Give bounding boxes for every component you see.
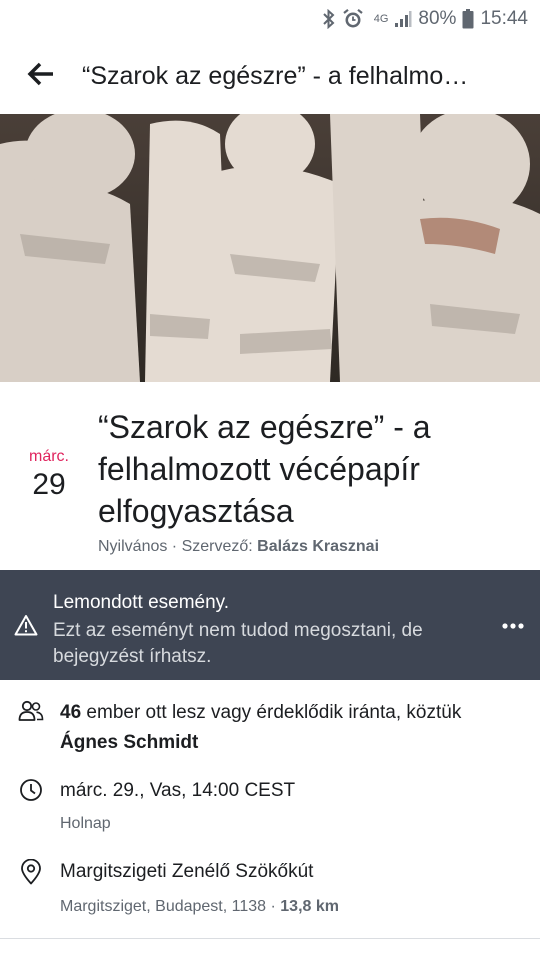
event-date-month: márc. bbox=[29, 448, 69, 465]
status-icons: 4G 80% 15:44 bbox=[322, 6, 528, 32]
event-visibility: Nyilvános bbox=[98, 538, 168, 555]
signal-icon bbox=[394, 10, 412, 28]
page-title: “Szarok az egészre” - a felhalmo… bbox=[82, 61, 469, 90]
attendees-text: 46 ember ott lesz vagy érdeklődik iránta… bbox=[60, 698, 520, 758]
arrow-left-icon bbox=[27, 62, 55, 91]
clock-icon bbox=[19, 778, 43, 807]
more-options-button[interactable] bbox=[498, 610, 528, 640]
event-cover-photo[interactable] bbox=[0, 114, 540, 382]
cancelled-event-banner: Lemondott esemény. Ezt az eseményt nem t… bbox=[0, 570, 540, 680]
event-date-badge: márc. 29 bbox=[20, 448, 78, 502]
cancelled-text: Ezt az eseményt nem tudod megosztani, de… bbox=[53, 620, 423, 667]
back-button[interactable] bbox=[0, 38, 82, 114]
event-time-relative: Holnap bbox=[60, 815, 111, 832]
more-icon bbox=[502, 616, 524, 634]
organizer-link[interactable]: Balázs Krasznai bbox=[257, 538, 379, 555]
network-4g-icon: 4G bbox=[373, 12, 389, 25]
warning-icon bbox=[14, 614, 38, 641]
attendee-count: 46 bbox=[60, 702, 82, 723]
location-distance: 13,8 km bbox=[280, 898, 339, 915]
event-title: “Szarok az egészre” - a felhalmozott véc… bbox=[98, 409, 431, 529]
location-address-text: Margitsziget, Budapest, 1138 bbox=[60, 898, 267, 915]
clock-time: 15:44 bbox=[480, 8, 528, 29]
location-separator: · bbox=[266, 898, 281, 915]
location-row[interactable]: Margitszigeti Zenélő Szökőkút Margitszig… bbox=[0, 857, 540, 923]
people-icon bbox=[18, 700, 44, 727]
battery-percent: 80% bbox=[418, 8, 457, 29]
status-bar: 4G 80% 15:44 bbox=[0, 0, 540, 38]
time-row[interactable]: márc. 29., Vas, 14:00 CEST Holnap bbox=[0, 776, 540, 838]
location-name: Margitszigeti Zenélő Szökőkút bbox=[60, 861, 314, 882]
attendees-row[interactable]: 46 ember ott lesz vagy érdeklődik iránta… bbox=[0, 698, 540, 760]
attendees-description: ember ott lesz vagy érdeklődik iránta, k… bbox=[81, 702, 462, 723]
event-meta: Nyilvános · Szervező: Balázs Krasznai bbox=[98, 538, 379, 556]
cancelled-title: Lemondott esemény. bbox=[53, 592, 230, 613]
battery-icon bbox=[462, 9, 474, 29]
app-bar: “Szarok az egészre” - a felhalmo… bbox=[0, 38, 540, 114]
alarm-icon bbox=[342, 8, 364, 30]
attendee-name[interactable]: Ágnes Schmidt bbox=[60, 732, 198, 753]
event-header: márc. 29 “Szarok az egészre” - a felhalm… bbox=[0, 382, 540, 570]
divider bbox=[0, 938, 540, 939]
organizer-label: Szervező: bbox=[181, 538, 258, 555]
meta-separator: · bbox=[167, 538, 182, 555]
location-pin-icon bbox=[20, 858, 42, 890]
event-time: márc. 29., Vas, 14:00 CEST bbox=[60, 780, 296, 801]
event-date-day: 29 bbox=[32, 468, 66, 501]
bluetooth-icon bbox=[322, 9, 336, 29]
location-address: Margitsziget, Budapest, 1138 · 13,8 km bbox=[60, 898, 339, 916]
